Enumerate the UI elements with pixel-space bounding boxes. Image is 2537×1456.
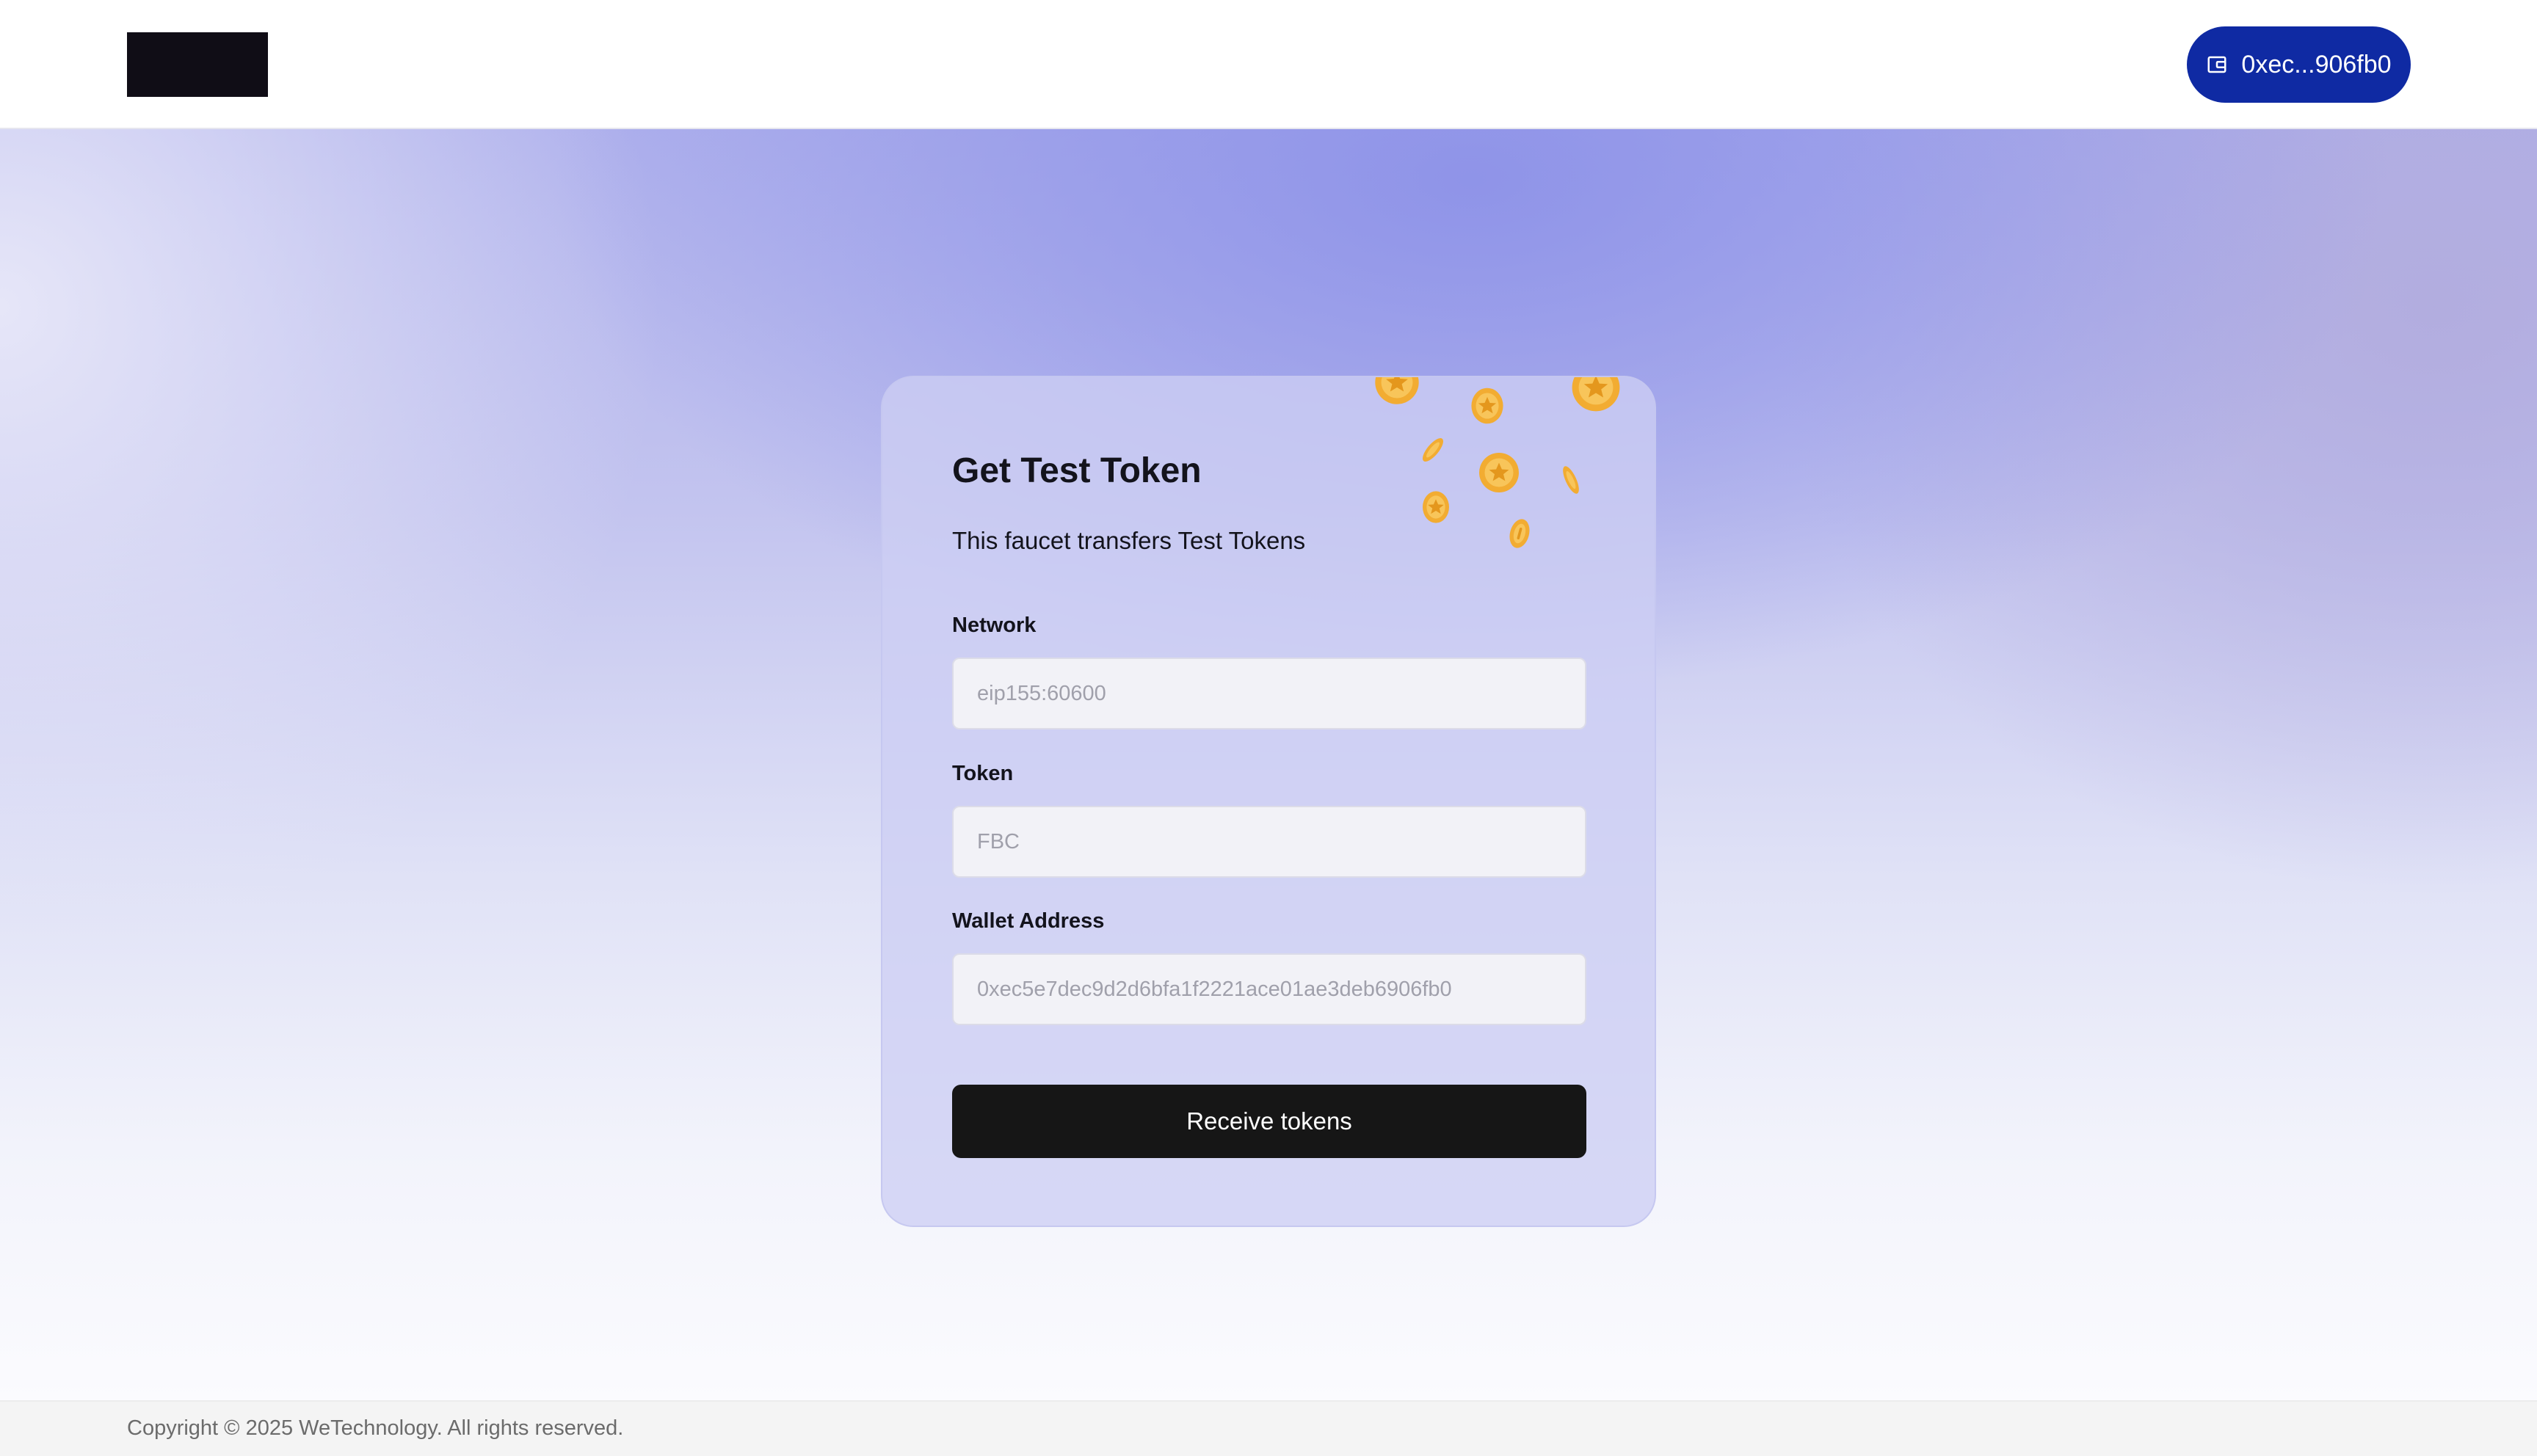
wallet-address-input[interactable] [952, 953, 1586, 1025]
coin-icon [1572, 377, 1620, 412]
copyright-text: Copyright © 2025 WeTechnology. All right… [127, 1416, 624, 1440]
footer: Copyright © 2025 WeTechnology. All right… [0, 1400, 2537, 1456]
network-label: Network [952, 614, 1037, 637]
coin-icon [1471, 387, 1503, 424]
coin-icon [1509, 519, 1530, 548]
card-subtitle: This faucet transfers Test Tokens [952, 527, 1306, 554]
faucet-card: Get Test Token This faucet transfers Tes… [881, 376, 1656, 1227]
main-area: Get Test Token This faucet transfers Tes… [0, 129, 2537, 1400]
receive-tokens-button[interactable]: Receive tokens [952, 1085, 1586, 1158]
wallet-address-label: Wallet Address [952, 909, 1105, 933]
wallet-connect-button[interactable]: 0xec...906fb0 [2187, 26, 2411, 103]
token-input[interactable] [952, 806, 1586, 878]
page: 0xec...906fb0 Get Test Token This faucet… [0, 0, 2537, 1456]
wallet-icon [2207, 56, 2226, 73]
token-label: Token [952, 762, 1014, 785]
header: 0xec...906fb0 [0, 0, 2537, 129]
coin-icon [1479, 453, 1519, 492]
network-input[interactable] [952, 658, 1586, 729]
coin-icon [1563, 466, 1579, 494]
coin-icon [1422, 438, 1444, 462]
coin-icon [1423, 491, 1449, 523]
wallet-address-label: 0xec...906fb0 [2241, 50, 2392, 79]
coin-icon [1375, 377, 1419, 404]
card-title: Get Test Token [952, 451, 1202, 490]
logo[interactable] [127, 32, 268, 97]
